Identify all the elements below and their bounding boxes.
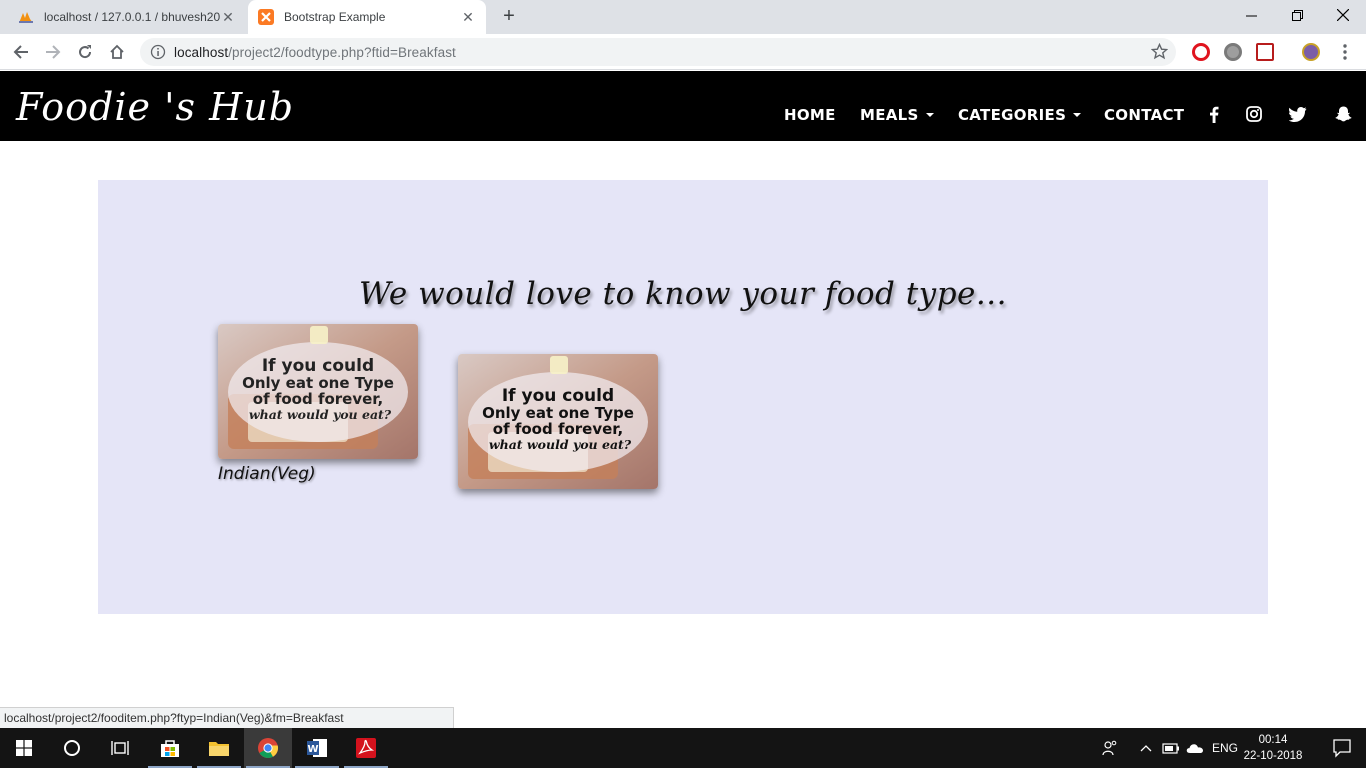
nav-categories[interactable]: CATEGORIES [958, 106, 1082, 124]
image-line-1: If you could [502, 386, 614, 406]
close-tab-icon[interactable]: ✕ [220, 9, 236, 25]
phpmyadmin-icon [18, 9, 34, 25]
tab-phpmyadmin[interactable]: localhost / 127.0.0.1 / bhuvesh20 ✕ [8, 0, 246, 34]
food-type-label[interactable]: Indian(Veg) [218, 464, 316, 484]
acrobat-icon[interactable] [342, 728, 390, 768]
reload-button[interactable] [72, 39, 98, 65]
food-type-panel: We would love to know your food type... … [98, 180, 1268, 614]
show-hidden-icons-icon[interactable] [1140, 728, 1152, 768]
store-icon[interactable] [146, 728, 194, 768]
chrome-icon[interactable] [244, 728, 292, 768]
svg-text:W: W [307, 744, 318, 755]
nav-categories-label: CATEGORIES [958, 106, 1067, 124]
twitter-icon[interactable] [1289, 105, 1307, 123]
close-window-button[interactable] [1320, 0, 1366, 30]
link-status-bar: localhost/project2/fooditem.php?ftyp=Ind… [0, 707, 454, 728]
windows-taskbar: W ENG 00:14 22-10-2018 [0, 728, 1366, 768]
clock-date: 22-10-2018 [1243, 750, 1303, 762]
caret-down-icon [925, 113, 934, 117]
url-text: localhost/project2/foodtype.php?ftid=Bre… [174, 44, 456, 60]
tab-title: Bootstrap Example [284, 10, 386, 24]
image-line-1: If you could [262, 356, 374, 376]
caret-down-icon [1073, 113, 1082, 117]
people-icon[interactable] [1102, 728, 1118, 768]
page-tagline: We would love to know your food type... [359, 276, 1007, 312]
clock-time: 00:14 [1258, 734, 1288, 746]
home-button[interactable] [104, 39, 130, 65]
snapchat-icon[interactable] [1334, 105, 1352, 123]
browser-tab-strip: localhost / 127.0.0.1 / bhuvesh20 ✕ Boot… [0, 0, 1366, 34]
forward-button[interactable] [40, 39, 66, 65]
word-icon[interactable]: W [293, 728, 341, 768]
start-button[interactable] [0, 728, 48, 768]
nav-meals[interactable]: MEALS [860, 106, 934, 124]
cortana-search-icon[interactable] [48, 728, 96, 768]
taskbar-clock[interactable]: 00:14 22-10-2018 [1238, 732, 1308, 764]
close-tab-icon[interactable]: ✕ [460, 9, 476, 25]
image-line-4: what would you eat? [249, 407, 392, 422]
facebook-icon[interactable] [1205, 105, 1223, 123]
nav-home[interactable]: HOME [784, 106, 836, 124]
food-question-image: If you could Only eat one Type of food f… [458, 354, 658, 489]
back-button[interactable] [8, 39, 34, 65]
instagram-icon[interactable] [1245, 105, 1263, 123]
profile-avatar[interactable] [1302, 43, 1320, 61]
nav-meals-label: MEALS [860, 106, 919, 124]
xampp-icon [258, 9, 274, 25]
new-tab-button[interactable]: + [498, 6, 520, 28]
tab-bootstrap-example[interactable]: Bootstrap Example ✕ [248, 0, 486, 34]
info-icon[interactable] [150, 44, 166, 60]
menu-kebab-icon[interactable] [1332, 39, 1358, 65]
extension-icon[interactable] [1224, 43, 1242, 61]
file-explorer-icon[interactable] [195, 728, 243, 768]
opera-extension-icon[interactable] [1192, 43, 1210, 61]
site-navbar: Foodie 's Hub HOME MEALS CATEGORIES CONT… [0, 71, 1366, 141]
food-type-card-indian-veg[interactable]: If you could Only eat one Type of food f… [218, 324, 418, 459]
battery-icon[interactable] [1162, 728, 1180, 768]
food-type-card[interactable]: If you could Only eat one Type of food f… [458, 354, 658, 489]
image-line-4: what would you eat? [489, 437, 632, 452]
minimize-button[interactable] [1228, 0, 1274, 30]
site-logo[interactable]: Foodie 's Hub [16, 85, 294, 129]
food-question-image: If you could Only eat one Type of food f… [218, 324, 418, 459]
task-view-icon[interactable] [96, 728, 144, 768]
restore-button[interactable] [1274, 0, 1320, 30]
nav-contact[interactable]: CONTACT [1104, 106, 1184, 124]
address-bar[interactable]: localhost/project2/foodtype.php?ftid=Bre… [140, 38, 1176, 66]
image-line-3: of food forever, [253, 390, 383, 408]
browser-toolbar: localhost/project2/foodtype.php?ftid=Bre… [0, 34, 1366, 70]
input-language[interactable]: ENG [1212, 728, 1238, 768]
tab-title: localhost / 127.0.0.1 / bhuvesh20 [44, 10, 220, 24]
pocket-extension-icon[interactable] [1256, 43, 1274, 61]
image-line-3: of food forever, [493, 420, 623, 438]
bookmark-star-icon[interactable] [1150, 42, 1169, 65]
action-center-icon[interactable] [1332, 738, 1352, 758]
onedrive-icon[interactable] [1186, 728, 1204, 768]
